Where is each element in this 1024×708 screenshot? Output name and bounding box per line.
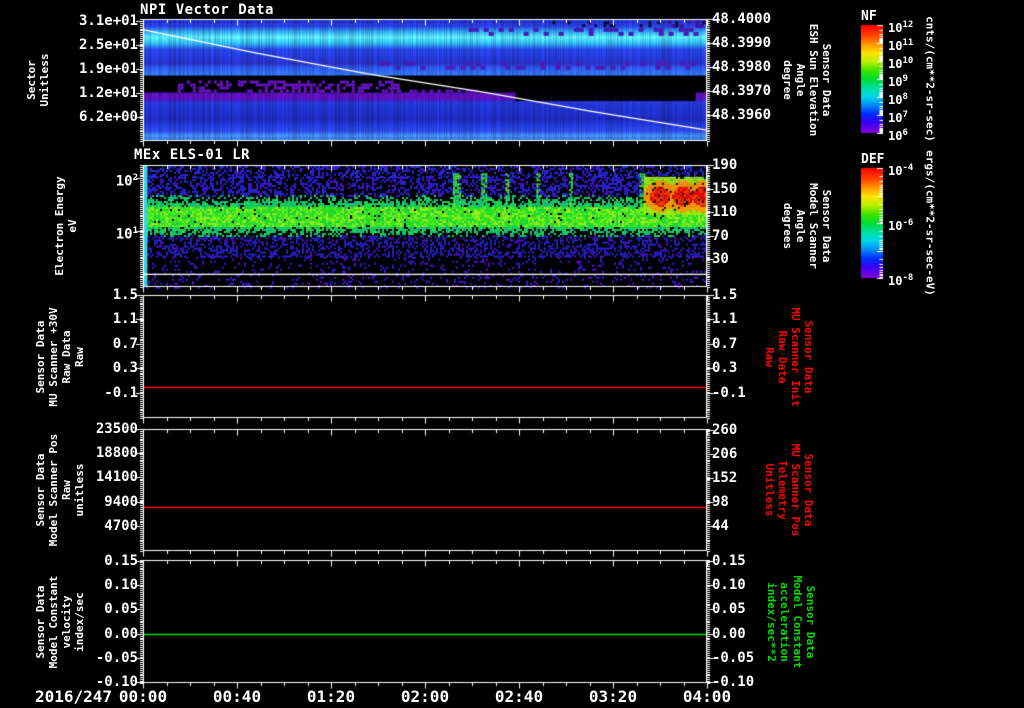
y-axis-label: Sensor Data Model Constant velocity inde… [34,575,86,668]
colorbar-unit-label: cnts/(cm**2-sr-sec) [923,16,937,142]
x-axis-tick-label: 02:00 [400,687,450,706]
power-exponent: 1 [132,225,138,236]
y-axis-label: Sensor Data MU Scanner +30V Raw Data Raw [34,306,86,407]
right-axis-tick-label: 110 [712,204,738,220]
power-exponent: 11 [902,38,914,48]
colorbar-tick-label: 108 [888,90,908,107]
x-axis-tick-label: 00:40 [212,687,262,706]
power-base: 10 [115,226,133,243]
right-axis-tick-label: 48.3980 [712,59,772,76]
colorbar-tick-label: 106 [888,126,908,143]
power-exponent: 6 [902,128,908,138]
power-exponent: -4 [902,163,914,173]
right-axis-tick-label: 260 [712,421,738,438]
power-exponent: 2 [132,172,138,183]
y-axis-tick-label: 1.5 [112,287,138,303]
scientific-plot-figure: NPI Vector Data 3.1e+01 2.5e+01 1.9e+01 1.2e… [0,0,1024,708]
power-exponent: 8 [902,92,908,102]
power-base: 10 [888,39,903,53]
x-axis-tick-label: 00:00 [118,687,168,706]
right-axis-tick-label: 98 [712,493,729,510]
right-axis-label: Sensor Data Model Scanner Angle degrees [781,182,833,270]
right-axis-tick-label: 150 [712,180,738,197]
right-axis-tick-label: 48.3970 [712,82,772,99]
right-axis-tick-label: 0.7 [712,335,738,352]
power-base: 10 [888,164,903,178]
colorbar-tick-label: 10-4 [888,161,914,178]
right-axis-tick-label: 0.3 [712,360,738,377]
panel-title: NPI Vector Data [140,2,274,18]
power-base: 10 [888,219,903,233]
colorbar-name: DEF [861,152,885,167]
power-base: 10 [888,21,903,35]
right-axis-tick-label: 48.4000 [712,11,772,28]
right-axis-tick-label: 0.10 [712,577,746,594]
colorbar-tick-label: 10-6 [888,216,914,233]
right-axis-tick-label: 44 [712,517,729,534]
y-axis-tick-label: 2.5e+01 [78,36,138,53]
right-axis-tick-label: 1.5 [712,287,738,303]
colorbar-tick-label: 107 [888,108,908,125]
right-axis-label: Sensor Data Model Constant acceleration … [765,575,817,668]
right-axis-tick-label: -0.05 [712,649,755,666]
right-axis-label: Sensor Data MU Scanner Pos Telemetry Uni… [763,443,815,537]
power-base: 10 [115,173,133,190]
colorbar-tick-label: 1010 [888,54,914,71]
right-axis-tick-label: 70 [712,227,729,244]
y-axis-label: Electron Energy eV [53,176,79,276]
power-exponent: 12 [902,20,914,30]
y-axis-tick-label: 6.2e+00 [78,108,138,125]
right-axis-tick-label: -0.1 [712,384,746,401]
right-axis-label: Sensor Data ESH Sun Elevation Angle degr… [781,23,833,137]
y-axis-tick-label: 1.9e+01 [78,60,138,77]
power-exponent: 10 [902,56,914,66]
right-axis-label: Sensor Data MU Scanner Init Raw Data Raw [763,306,815,407]
y-axis-tick-label: 0.15 [104,552,138,569]
power-exponent: 7 [902,110,908,120]
x-axis-tick-label: 04:00 [682,687,732,706]
colorbar-tick-label: 109 [888,72,908,89]
power-base: 10 [888,111,903,125]
right-axis-tick-label: 190 [712,157,738,173]
power-base: 10 [888,274,903,288]
x-axis-tick-label: 03:20 [588,687,638,706]
colorbar-name: NF [861,9,877,24]
power-exponent: -8 [902,273,914,283]
power-exponent: 9 [902,74,908,84]
right-axis-tick-label: 0.00 [712,625,746,642]
power-base: 10 [888,57,903,71]
right-axis-tick-label: 152 [712,469,738,486]
colorbar-tick-label: 10-8 [888,271,914,288]
power-base: 10 [888,129,903,143]
right-axis-tick-label: 206 [712,445,738,462]
power-base: 10 [888,75,903,89]
colorbar-unit-label: ergs/(cm**2-sr-sec-eV) [923,150,937,296]
power-exponent: -6 [902,218,914,228]
panel-title: MEx ELS-01 LR [134,147,251,163]
right-axis-tick-label: 48.3960 [712,106,772,123]
x-axis-date-label: 2016/247 [34,687,112,706]
y-axis-tick-label: 3.1e+01 [78,12,138,29]
right-axis-tick-label: 30 [712,251,729,268]
colorbar-tick-label: 1011 [888,36,914,53]
right-axis-tick-label: 48.3990 [712,35,772,52]
y-axis-label: Sector Unitless [25,53,51,107]
x-axis-tick-label: 01:20 [306,687,356,706]
right-axis-tick-label: 0.05 [712,601,746,618]
chart-canvas [0,0,1024,708]
right-axis-tick-label: 0.15 [712,552,746,569]
y-axis-tick-label: 1.2e+01 [78,84,138,101]
x-axis-tick-label: 02:40 [494,687,544,706]
y-axis-label: Sensor Data Model Scanner Pos Raw unitle… [34,433,86,547]
power-base: 10 [888,93,903,107]
right-axis-tick-label: 1.1 [712,311,738,328]
colorbar-tick-label: 1012 [888,18,914,35]
